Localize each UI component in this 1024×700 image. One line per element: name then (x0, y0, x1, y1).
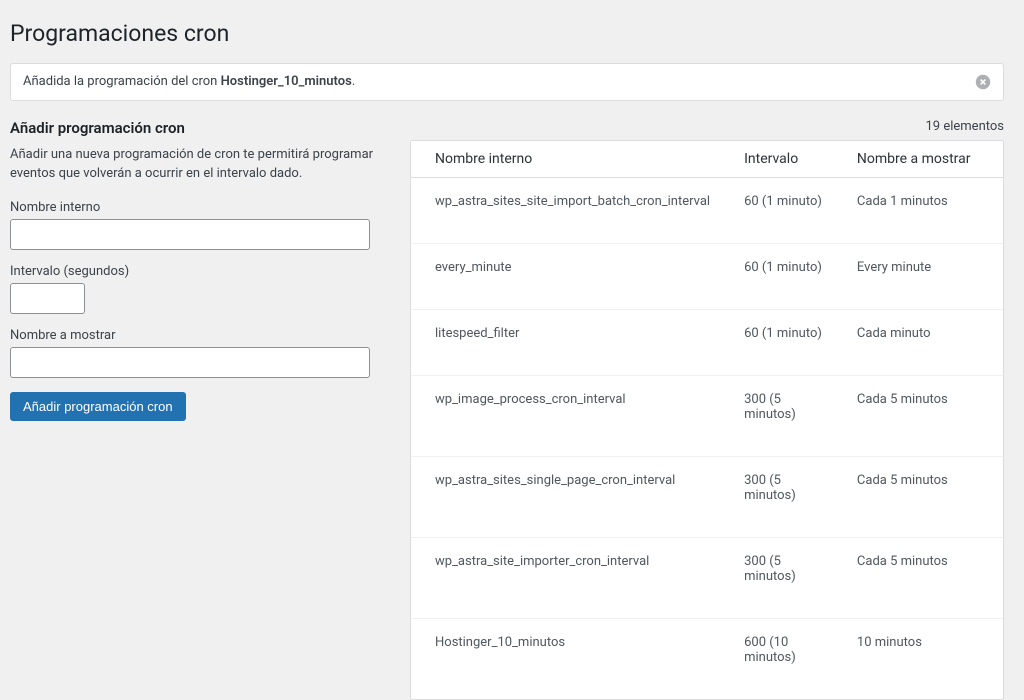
page-title: Programaciones cron (10, 10, 1004, 63)
label-nombre-interno: Nombre interno (10, 200, 390, 215)
items-count: 19 elementos (410, 119, 1004, 134)
table-row: wp_image_process_cron_interval300 (5 min… (411, 376, 1003, 457)
table-row: wp_astra_sites_single_page_cron_interval… (411, 457, 1003, 538)
notice-prefix: Añadida la programación del cron (23, 74, 221, 89)
table-row: wp_astra_sites_site_import_batch_cron_in… (411, 178, 1003, 244)
cell-nombre-mostrar: Cada 5 minutos (833, 538, 1003, 619)
cell-intervalo: 600 (10 minutos) (720, 619, 833, 699)
cell-nombre-interno[interactable]: Hostinger_10_minutos (411, 619, 720, 699)
cell-intervalo: 60 (1 minuto) (720, 244, 833, 310)
notice-cron-name: Hostinger_10_minutos (221, 74, 352, 89)
th-nombre-interno[interactable]: Nombre interno (411, 141, 720, 178)
cell-nombre-interno[interactable]: wp_image_process_cron_interval (411, 376, 720, 457)
th-nombre-mostrar[interactable]: Nombre a mostrar (833, 141, 1003, 178)
table-row: litespeed_filter60 (1 minuto)Cada minuto (411, 310, 1003, 376)
cell-nombre-mostrar: Cada 1 minutos (833, 178, 1003, 244)
nombre-interno-input[interactable] (10, 219, 370, 250)
cell-nombre-interno[interactable]: litespeed_filter (411, 310, 720, 376)
cell-nombre-mostrar: Every minute (833, 244, 1003, 310)
cell-intervalo: 300 (5 minutos) (720, 457, 833, 538)
th-intervalo[interactable]: Intervalo (720, 141, 833, 178)
notice-suffix: . (352, 74, 355, 89)
cron-schedules-table: Nombre interno Intervalo Nombre a mostra… (410, 140, 1004, 700)
nombre-mostrar-input[interactable] (10, 347, 370, 378)
table-row: every_minute60 (1 minuto)Every minute (411, 244, 1003, 310)
close-icon[interactable] (975, 74, 991, 90)
cell-intervalo: 60 (1 minuto) (720, 178, 833, 244)
cell-nombre-mostrar: 10 minutos (833, 619, 1003, 699)
cell-intervalo: 300 (5 minutos) (720, 376, 833, 457)
cell-nombre-interno[interactable]: wp_astra_sites_site_import_batch_cron_in… (411, 178, 720, 244)
cell-nombre-interno[interactable]: wp_astra_site_importer_cron_interval (411, 538, 720, 619)
table-row: Hostinger_10_minutos600 (10 minutos)10 m… (411, 619, 1003, 699)
cell-nombre-mostrar: Cada 5 minutos (833, 457, 1003, 538)
table-row: wp_astra_site_importer_cron_interval300 … (411, 538, 1003, 619)
cell-nombre-interno[interactable]: wp_astra_sites_single_page_cron_interval (411, 457, 720, 538)
cell-intervalo: 60 (1 minuto) (720, 310, 833, 376)
label-intervalo: Intervalo (segundos) (10, 264, 390, 279)
form-description: Añadir una nueva programación de cron te… (10, 145, 390, 184)
notice-text: Añadida la programación del cron Hosting… (23, 74, 355, 89)
cell-nombre-mostrar: Cada 5 minutos (833, 376, 1003, 457)
add-cron-schedule-button[interactable]: Añadir programación cron (10, 392, 186, 421)
cell-intervalo: 300 (5 minutos) (720, 538, 833, 619)
cell-nombre-interno[interactable]: every_minute (411, 244, 720, 310)
label-nombre-mostrar: Nombre a mostrar (10, 328, 390, 343)
form-heading: Añadir programación cron (10, 119, 390, 137)
success-notice: Añadida la programación del cron Hosting… (10, 63, 1004, 101)
intervalo-input[interactable] (10, 283, 85, 314)
cell-nombre-mostrar: Cada minuto (833, 310, 1003, 376)
